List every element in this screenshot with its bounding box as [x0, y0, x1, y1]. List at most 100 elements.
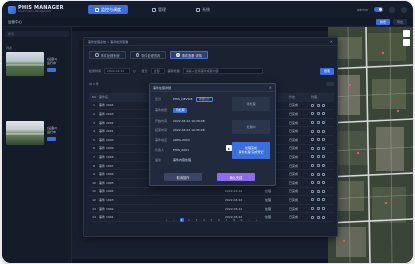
left-search-input[interactable]: 搜索 [5, 31, 69, 37]
view-icon[interactable] [311, 112, 314, 116]
edit-icon[interactable] [316, 189, 320, 193]
search-button[interactable]: 搜索 [320, 67, 334, 75]
view-icon[interactable] [311, 121, 314, 125]
list-item[interactable]: [设备2] 运行中 [47, 126, 57, 143]
view-icon[interactable] [311, 189, 314, 193]
delete-icon[interactable] [322, 207, 325, 211]
camera-thumbnail[interactable] [6, 52, 44, 76]
tab-event-detail[interactable]: 事件查看 详情 [170, 51, 208, 59]
edit-icon[interactable] [316, 207, 320, 211]
nav-item-monitor[interactable]: 监控与调度 [88, 5, 128, 14]
row-actions [311, 172, 334, 176]
satellite-map[interactable] [328, 27, 413, 263]
user-avatar[interactable] [401, 6, 407, 13]
status-option-complete[interactable]: 处理完成 事件处理 完成登记 [232, 142, 270, 159]
view-icon[interactable] [311, 181, 314, 185]
delete-icon[interactable] [322, 112, 325, 116]
tab-event-system[interactable]: 事件处理系统 [89, 51, 126, 59]
page-link[interactable]: 4 [202, 218, 206, 222]
edit-icon[interactable] [316, 198, 320, 202]
map-zoom-in-button[interactable] [403, 30, 410, 37]
page-size-select[interactable] [326, 82, 334, 86]
edit-icon[interactable] [316, 181, 320, 185]
view-icon[interactable] [311, 146, 314, 150]
detail-key: 开始时间 [155, 119, 168, 123]
page-link[interactable]: 9 [240, 218, 244, 222]
page-link[interactable]: 2 [187, 218, 191, 222]
view-icon[interactable] [311, 172, 314, 176]
page-link[interactable]: 7 [225, 218, 229, 222]
tab-event-view[interactable]: 事件处理查看 [129, 51, 167, 59]
camera-thumbnail[interactable] [6, 121, 44, 145]
type-select[interactable]: 全部 [150, 68, 165, 74]
close-icon[interactable]: × [330, 39, 333, 44]
delete-icon[interactable] [322, 198, 325, 202]
search-input[interactable]: 请输入检测事件或者内容 [182, 68, 263, 74]
page-link[interactable]: » [255, 218, 259, 222]
edit-icon[interactable] [316, 121, 320, 125]
notification-icon[interactable] [389, 6, 395, 13]
calendar-icon[interactable]: ◷ [133, 69, 136, 73]
list-item[interactable]: [设备1] 运行中 [47, 57, 57, 74]
view-icon[interactable] [311, 138, 314, 142]
delete-icon[interactable] [322, 103, 325, 107]
table-row[interactable]: 11 事件 1994 2022.03.22 处理 已完成 [89, 188, 334, 197]
status-option-pending[interactable]: 待处理 [232, 97, 270, 111]
delete-icon[interactable] [322, 181, 325, 185]
edit-icon[interactable] [316, 129, 320, 133]
edit-icon[interactable] [316, 172, 320, 176]
view-icon[interactable] [311, 164, 314, 168]
confirm-button[interactable]: 确认完成 [217, 173, 255, 181]
table-row[interactable]: 12 事件 1993 2022.03.22 处理 已完成 [89, 196, 334, 205]
page-link[interactable]: « [165, 218, 169, 222]
edit-icon[interactable] [316, 112, 320, 116]
nav-item-manage[interactable]: 管理 [146, 5, 172, 14]
delete-icon[interactable] [322, 146, 325, 150]
delete-icon[interactable] [322, 121, 325, 125]
page-link[interactable]: 8 [232, 218, 236, 222]
edit-icon[interactable] [316, 164, 320, 168]
date-range-input[interactable]: 2022.03.22 [104, 68, 131, 74]
table-row[interactable]: 13 事件 1992 2022.03.22 处理 已完成 [89, 205, 334, 214]
status-option-processing[interactable]: 处理中 [232, 120, 270, 134]
view-icon[interactable] [311, 103, 314, 107]
delete-icon[interactable] [322, 129, 325, 133]
tab-label: 事件查看 详情 [181, 53, 202, 58]
cancel-button[interactable]: 取消操作 [164, 173, 202, 181]
view-icon[interactable] [311, 198, 314, 202]
delete-icon[interactable] [322, 172, 325, 176]
delete-icon[interactable] [322, 164, 325, 168]
radio-icon [176, 53, 180, 57]
close-icon[interactable]: × [269, 85, 272, 90]
view-icon[interactable] [311, 155, 314, 159]
page-link[interactable]: 1 [179, 218, 184, 222]
table-cell: 8 [93, 163, 95, 168]
export-button[interactable]: 导出 [392, 19, 407, 25]
delete-icon[interactable] [322, 138, 325, 142]
page-link[interactable]: › [247, 218, 251, 222]
monitor-icon [95, 7, 99, 12]
page-link[interactable]: ‹ [172, 218, 176, 222]
modal-tabs: 事件处理系统 事件处理查看 事件查看 详情 [89, 51, 208, 59]
view-icon[interactable] [311, 129, 314, 133]
edit-icon[interactable] [316, 138, 320, 142]
delete-icon[interactable] [322, 155, 325, 159]
add-button[interactable]: 新增 [375, 19, 390, 25]
delete-icon[interactable] [322, 189, 325, 193]
theme-toggle[interactable] [374, 7, 383, 12]
map-zoom-out-button[interactable] [403, 39, 410, 46]
view-icon[interactable] [311, 207, 314, 211]
edit-icon[interactable] [316, 146, 320, 150]
page-link[interactable]: 5 [210, 218, 214, 222]
radio-icon [95, 53, 99, 57]
page-link[interactable]: 3 [195, 218, 199, 222]
detail-info-button[interactable]: 详细信息 [195, 97, 213, 102]
modal-header: 事件处理系统 > 事件检测查看 × [84, 38, 337, 46]
edit-icon[interactable] [316, 103, 320, 107]
edit-icon[interactable] [316, 155, 320, 159]
nav-item-system[interactable]: 系统 [190, 5, 216, 14]
modal-title: 事件处理系统 > 事件检测查看 [88, 39, 129, 44]
page-link[interactable]: 6 [217, 218, 221, 222]
dialog-footer: 取消操作 确认完成 [164, 173, 255, 181]
table-cell: 11 [92, 189, 96, 194]
